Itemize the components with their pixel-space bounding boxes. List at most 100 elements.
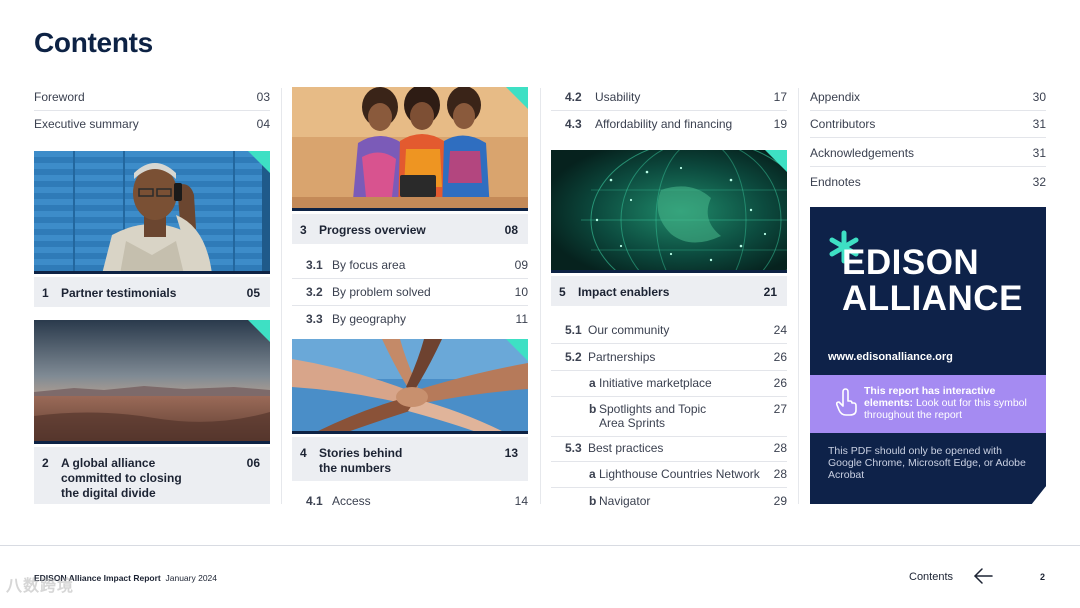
toc-link-partner-testimonials[interactable]: 1 Partner testimonials 05 xyxy=(34,277,270,307)
footer-date: January 2024 xyxy=(165,573,217,583)
toc-label: Executive summary xyxy=(34,117,139,131)
toc-link-executive-summary[interactable]: Executive summary 04 xyxy=(34,117,270,137)
footer-contents-link[interactable]: Contents xyxy=(909,571,953,583)
toc-label: By focus area xyxy=(332,258,406,272)
back-arrow-icon[interactable] xyxy=(972,566,994,586)
pointer-hand-icon xyxy=(836,388,857,416)
section-label: A global alliance committed to closing t… xyxy=(61,456,182,501)
progress-overview-photo xyxy=(292,87,528,211)
logo-line: ALLIANCE xyxy=(842,279,1023,318)
section-number: 1 xyxy=(42,286,49,300)
toc-label-line: Area Sprints xyxy=(599,416,666,430)
toc-label: Our community xyxy=(588,323,670,337)
toc-link-endnotes[interactable]: Endnotes 32 xyxy=(810,175,1046,195)
toc-page: 27 xyxy=(773,402,787,416)
website-link[interactable]: www.edisonalliance.org xyxy=(828,351,953,363)
partner-testimonials-photo xyxy=(34,151,270,274)
section-number: 2 xyxy=(42,456,49,470)
toc-link-appendix[interactable]: Appendix 30 xyxy=(810,90,1046,111)
section-label: Partner testimonials xyxy=(61,286,177,300)
subsection-number: 4.1 xyxy=(306,494,323,508)
subsection-number: 5.1 xyxy=(565,323,582,337)
toc-label-line: Spotlights and Topic xyxy=(599,402,707,416)
section-label-line: A global alliance xyxy=(61,456,156,470)
section-label-line: committed to closing xyxy=(61,471,182,485)
section-page: 13 xyxy=(504,446,518,460)
toc-link-stories-behind-numbers[interactable]: 4 Stories behind the numbers 13 xyxy=(292,437,528,481)
stacked-hands-image xyxy=(292,339,528,431)
toc-link-impact-enablers[interactable]: 5 Impact enablers 21 xyxy=(551,276,787,306)
toc-link-foreword[interactable]: Foreword 03 xyxy=(34,90,270,111)
global-alliance-photo xyxy=(34,320,270,444)
toc-label: Navigator xyxy=(599,494,651,508)
toc-label: Best practices xyxy=(588,441,664,455)
toc-label: Endnotes xyxy=(810,175,861,189)
toc-page: 19 xyxy=(773,117,787,131)
toc-page: 17 xyxy=(773,90,787,104)
toc-link-contributors[interactable]: Contributors 31 xyxy=(810,117,1046,138)
subsection-number: 4.3 xyxy=(565,117,582,131)
section-label-line: Stories behind xyxy=(319,446,403,460)
section-number: 4 xyxy=(300,446,307,460)
column-divider xyxy=(540,88,541,504)
toc-link-navigator[interactable]: b Navigator 29 xyxy=(551,494,787,514)
toc-link-by-problem-solved[interactable]: 3.2 By problem solved 10 xyxy=(292,285,528,306)
toc-link-initiative-marketplace[interactable]: a Initiative marketplace 26 xyxy=(551,376,787,397)
man-on-phone-image xyxy=(34,151,270,271)
column-divider xyxy=(798,88,799,504)
toc-page: 30 xyxy=(1032,90,1046,104)
subsection-letter: b xyxy=(589,402,597,416)
corner-accent xyxy=(765,150,787,172)
section-label-line: the numbers xyxy=(319,461,392,475)
toc-link-global-alliance[interactable]: 2 A global alliance committed to closing… xyxy=(34,447,270,504)
subsection-number: 5.3 xyxy=(565,441,582,455)
toc-page: 24 xyxy=(773,323,787,337)
toc-page: 14 xyxy=(514,494,528,508)
impact-enablers-photo xyxy=(551,150,787,273)
toc-label: Usability xyxy=(595,90,641,104)
subsection-letter: b xyxy=(589,494,597,508)
toc-link-by-focus-area[interactable]: 3.1 By focus area 09 xyxy=(292,258,528,279)
toc-link-our-community[interactable]: 5.1 Our community 24 xyxy=(551,323,787,344)
toc-link-acknowledgements[interactable]: Acknowledgements 31 xyxy=(810,146,1046,167)
pdf-browser-note: This PDF should only be opened with Goog… xyxy=(828,445,1026,481)
stories-photo xyxy=(292,339,528,434)
column-divider xyxy=(281,88,282,504)
page-number: 2 xyxy=(1040,572,1046,582)
toc-page: 31 xyxy=(1032,117,1046,131)
corner-accent xyxy=(248,320,270,342)
toc-page: 04 xyxy=(256,117,270,131)
toc-label: Spotlights and Topic Area Sprints xyxy=(599,402,706,430)
toc-page: 03 xyxy=(256,90,270,104)
desert-landscape-image xyxy=(34,320,270,441)
toc-link-access[interactable]: 4.1 Access 14 xyxy=(292,494,528,514)
toc-link-spotlights-sprints[interactable]: b Spotlights and Topic Area Sprints 27 xyxy=(551,402,787,437)
logo-line: EDISON xyxy=(842,243,980,282)
page-title: Contents xyxy=(34,27,153,58)
toc-label: By problem solved xyxy=(332,285,431,299)
toc-label: Access xyxy=(332,494,371,508)
toc-label: Affordability and financing xyxy=(595,117,733,131)
toc-link-usability[interactable]: 4.2 Usability 17 xyxy=(551,90,787,111)
toc-page: 09 xyxy=(514,258,528,272)
toc-link-affordability[interactable]: 4.3 Affordability and financing 19 xyxy=(551,117,787,137)
digital-globe-image xyxy=(551,150,787,270)
toc-link-best-practices[interactable]: 5.3 Best practices 28 xyxy=(551,441,787,462)
toc-link-progress-overview[interactable]: 3 Progress overview 08 xyxy=(292,214,528,244)
toc-label: Lighthouse Countries Network xyxy=(599,467,760,481)
footer-divider xyxy=(0,545,1080,546)
subsection-number: 3.1 xyxy=(306,258,323,272)
toc-label: Partnerships xyxy=(588,350,656,364)
toc-link-lighthouse-countries[interactable]: a Lighthouse Countries Network 28 xyxy=(551,467,787,488)
section-label: Progress overview xyxy=(319,223,426,237)
children-with-tablet-image xyxy=(292,87,528,208)
toc-page: 10 xyxy=(514,285,528,299)
toc-link-by-geography[interactable]: 3.3 By geography 11 xyxy=(292,312,528,332)
interactive-notice: This report has interactive elements: Lo… xyxy=(810,375,1046,433)
toc-label: Initiative marketplace xyxy=(599,376,712,390)
toc-link-partnerships[interactable]: 5.2 Partnerships 26 xyxy=(551,350,787,371)
section-label: Stories behind the numbers xyxy=(319,446,402,476)
section-page: 05 xyxy=(246,286,260,300)
toc-page: 31 xyxy=(1032,146,1046,160)
edison-alliance-logo: EDISON ALLIANCE xyxy=(842,245,1023,317)
